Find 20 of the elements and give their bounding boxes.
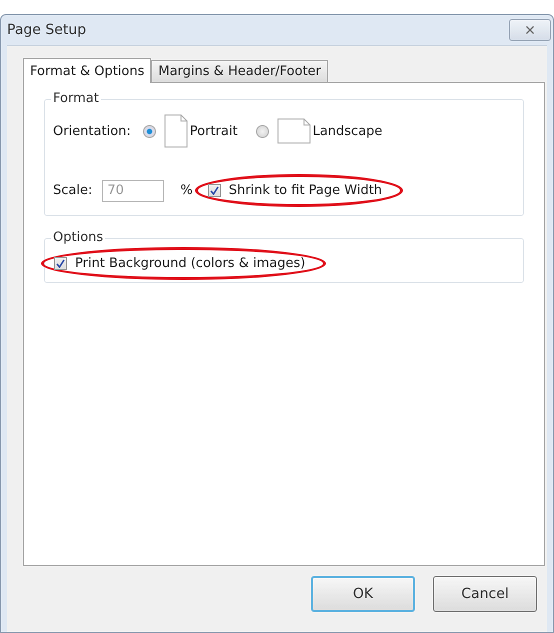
radio-label: Landscape: [312, 124, 382, 138]
portrait-page-icon: [164, 114, 188, 148]
dialog-button[interactable]: OK: [311, 576, 415, 612]
landscape-page-icon: [276, 118, 311, 144]
group-title: Options: [51, 230, 106, 245]
checkbox[interactable]: [54, 257, 67, 270]
tab[interactable]: Margins & Header/Footer: [151, 60, 328, 82]
radio-button[interactable]: [142, 124, 156, 138]
checkbox-label: Print Background (colors & images): [75, 256, 306, 271]
checkbox[interactable]: [208, 184, 221, 197]
close-button[interactable]: ×: [509, 19, 551, 41]
checkbox-label: Shrink to fit Page Width: [228, 183, 382, 198]
tab[interactable]: Format & Options: [23, 58, 152, 83]
dialog-button[interactable]: Cancel: [433, 576, 537, 612]
orientation-label: Orientation:: [53, 124, 131, 138]
radio-button[interactable]: [256, 124, 269, 138]
radio-label: Portrait: [190, 124, 238, 138]
percent-label: %: [180, 183, 193, 198]
scale-label: Scale:: [53, 183, 92, 198]
window-title: Page Setup: [7, 22, 86, 38]
